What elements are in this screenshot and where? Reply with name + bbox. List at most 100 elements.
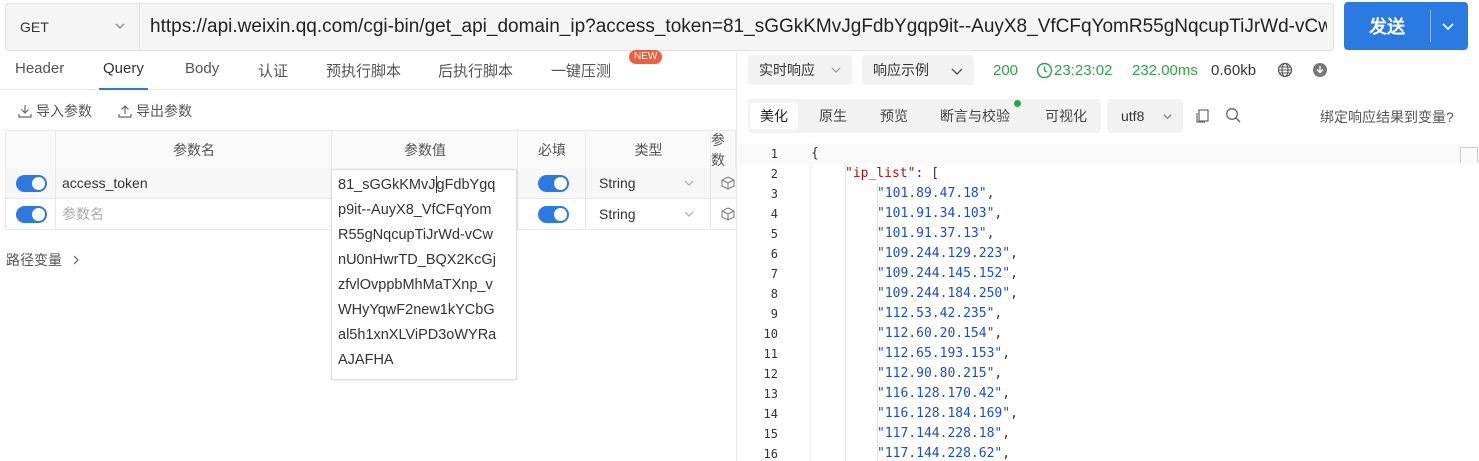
clock-icon <box>1036 62 1053 79</box>
tab-query[interactable]: Query <box>99 60 148 90</box>
path-variables-toggle[interactable]: 路径变量 <box>6 250 84 270</box>
import-params-button[interactable]: 导入参数 <box>17 101 92 121</box>
chevron-down-icon <box>951 68 963 75</box>
code-line: 2 "ip_list": [ <box>737 164 1479 184</box>
col-divider <box>517 130 518 230</box>
code-text: "101.91.37.13", <box>877 226 995 241</box>
globe-icon[interactable] <box>1277 62 1293 78</box>
col-header-type: 类型 <box>634 141 663 158</box>
code-line: 8 "109.244.184.250", <box>737 284 1479 304</box>
code-line: 5 "101.91.37.13", <box>737 224 1479 244</box>
subtab-visualize[interactable]: 可视化 <box>1035 103 1097 129</box>
param-name[interactable]: access_token <box>62 168 148 198</box>
cube-icon[interactable] <box>721 207 735 221</box>
download-icon[interactable] <box>1312 62 1328 78</box>
response-example-select[interactable]: 响应示例 <box>862 55 974 85</box>
line-number: 2 <box>770 167 778 181</box>
value-line: AJAFHA <box>338 352 394 368</box>
value-line: al5h1xnXLViPD3oWYRa <box>338 327 497 343</box>
line-number: 6 <box>770 247 778 261</box>
tab-body[interactable]: Body <box>185 60 219 90</box>
subtab-raw[interactable]: 原生 <box>809 103 857 129</box>
value-text: 81_sGGkKMvJ <box>338 177 436 193</box>
subtab-beautify[interactable]: 美化 <box>750 103 798 129</box>
line-number: 4 <box>770 207 778 221</box>
type-select[interactable]: String <box>599 199 636 229</box>
url-input[interactable]: https://api.weixin.qq.com/cgi-bin/get_ap… <box>150 4 1327 50</box>
send-button-divider <box>1430 10 1431 42</box>
col-header-required: 必填 <box>538 141 566 158</box>
value-line: nU0nHwrTD_BQX2KcGj <box>338 252 496 268</box>
line-number: 14 <box>763 407 778 421</box>
row-enabled-toggle[interactable] <box>16 175 47 192</box>
request-tabs: Header Query Body 认证 预执行脚本 后执行脚本 一键压测 <box>0 52 736 90</box>
export-icon <box>118 105 132 118</box>
request-bar: GET https://api.weixin.qq.com/cgi-bin/ge… <box>0 0 1479 58</box>
tab-post-script[interactable]: 后执行脚本 <box>438 60 513 90</box>
params-table-header: 参数名 参数值 必填 类型 参数 <box>5 130 736 169</box>
response-code-view[interactable]: 1{2 "ip_list": [3 "101.89.47.18", 4 "101.91.… <box>737 143 1479 461</box>
line-number: 3 <box>770 187 778 201</box>
subtab-preview[interactable]: 预览 <box>870 103 918 129</box>
send-options-chevron-icon[interactable] <box>1440 18 1456 34</box>
request-url-box: GET https://api.weixin.qq.com/cgi-bin/ge… <box>5 3 1334 51</box>
send-button[interactable]: 发送 <box>1344 2 1468 50</box>
line-number: 15 <box>763 427 778 441</box>
code-line: 3 "101.89.47.18", <box>737 184 1479 204</box>
row-enabled-toggle[interactable] <box>16 206 47 223</box>
encoding-select[interactable]: utf8 <box>1107 99 1183 133</box>
line-number: 10 <box>763 327 778 341</box>
param-name-placeholder[interactable]: 参数名 <box>62 199 104 229</box>
code-line: 4 "101.91.34.103", <box>737 204 1479 224</box>
tab-pre-script[interactable]: 预执行脚本 <box>326 60 401 90</box>
bind-response-link[interactable]: 绑定响应结果到变量? <box>1320 107 1454 127</box>
code-text: "ip_list": [ <box>845 166 939 181</box>
required-toggle[interactable] <box>538 175 569 192</box>
send-button-label: 发送 <box>1369 17 1405 37</box>
code-text: "117.144.228.18", <box>877 426 1011 441</box>
chevron-right-icon <box>73 255 79 265</box>
value-text: gFdbYgq <box>436 177 496 193</box>
response-format-tabs: 美化 原生 预览 断言与校验 可视化 <box>748 99 1101 133</box>
value-line: WHyYqwF2new1kYCbG <box>338 302 495 318</box>
line-number: 5 <box>770 227 778 241</box>
value-line: p9it--AuyX8_VfCFqYom <box>338 202 492 218</box>
new-badge: NEW <box>629 50 663 64</box>
tab-auth[interactable]: 认证 <box>258 60 288 90</box>
subtab-assertions[interactable]: 断言与校验 <box>930 103 1020 129</box>
export-params-button[interactable]: 导出参数 <box>117 101 192 121</box>
code-line: 10 "112.60.20.154", <box>737 324 1479 344</box>
response-example-label: 响应示例 <box>873 62 929 78</box>
value-line: zfvlOvppbMhMaTXnp_v <box>338 277 493 293</box>
import-params-label: 导入参数 <box>36 103 92 119</box>
required-toggle[interactable] <box>538 206 569 223</box>
scrollbar[interactable] <box>1460 147 1478 163</box>
tab-load-test[interactable]: 一键压测 <box>551 60 611 90</box>
response-view-select[interactable]: 实时响应 <box>748 55 852 85</box>
response-size: 0.60kb <box>1211 61 1257 79</box>
copy-icon[interactable] <box>1195 108 1211 124</box>
assertion-status-dot <box>1014 100 1021 107</box>
code-text: "109.244.129.223", <box>877 246 1018 261</box>
chevron-down-icon <box>1163 114 1172 120</box>
tab-header[interactable]: Header <box>15 60 64 90</box>
param-value-editor[interactable]: 81_sGGkKMvJgFdbYgq p9it--AuyX8_VfCFqYom … <box>331 169 517 380</box>
line-number: 11 <box>763 347 778 361</box>
response-time: 23:23:02 <box>1054 61 1113 79</box>
line-number: 7 <box>770 267 778 281</box>
type-select[interactable]: String <box>599 168 636 198</box>
col-divider <box>710 130 711 230</box>
cube-icon[interactable] <box>721 176 735 190</box>
code-text: "117.144.228.62", <box>877 446 1011 461</box>
code-text: "112.65.193.153", <box>877 346 1011 361</box>
search-icon[interactable] <box>1225 107 1242 124</box>
method-select[interactable]: GET <box>6 4 140 50</box>
code-text: "101.89.47.18", <box>877 186 995 201</box>
code-line: 12 "112.90.80.215", <box>737 364 1479 384</box>
code-text: "112.90.80.215", <box>877 366 1003 381</box>
line-number: 12 <box>763 367 778 381</box>
code-line: 16 "117.144.228.62", <box>737 444 1479 461</box>
code-line: 11 "112.65.193.153", <box>737 344 1479 364</box>
code-text: "116.128.184.169", <box>877 406 1018 421</box>
value-line: R55gNqcupTiJrWd-vCw <box>338 227 493 243</box>
